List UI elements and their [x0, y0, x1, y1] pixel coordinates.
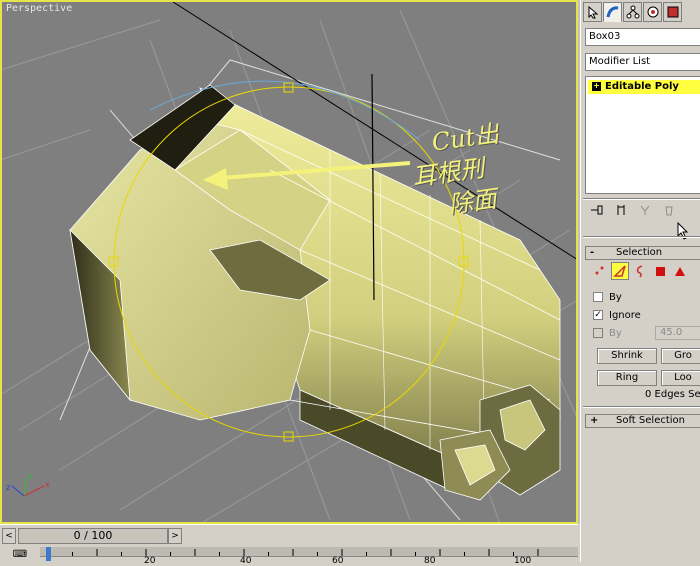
viewport-scene[interactable] [0, 0, 578, 524]
modify-tab[interactable] [603, 2, 622, 22]
selection-status: 0 Edges Sel [645, 389, 700, 400]
ignore-backfacing-checkbox[interactable]: ✓ [593, 310, 603, 320]
soft-selection-title: Soft Selection [616, 415, 685, 426]
shrink-button[interactable]: Shrink [597, 348, 657, 364]
tick-label-80: 80 [424, 556, 436, 566]
vertex-level-button[interactable] [591, 262, 609, 280]
show-end-result-icon [617, 205, 625, 215]
hierarchy-tab[interactable] [623, 2, 642, 22]
loop-button[interactable]: Loo [661, 370, 700, 386]
soft-selection-rollout-header[interactable]: + Soft Selection [585, 414, 700, 428]
expand-icon[interactable]: + [592, 81, 601, 91]
motion-tab[interactable] [643, 2, 662, 22]
rollout-divider [583, 236, 700, 238]
create-icon [588, 5, 598, 19]
grow-button[interactable]: Gro [661, 348, 700, 364]
show-end-result-button[interactable] [611, 202, 631, 218]
stack-item-label: Editable Poly [605, 81, 679, 92]
tick-label-100: 100 [514, 556, 532, 566]
element-level-button[interactable] [671, 262, 689, 280]
ignore-backfacing-label: Ignore [609, 309, 641, 321]
axis-tripod-icon [11, 477, 45, 497]
axis-y-label: y [28, 471, 33, 480]
expand-sign: + [590, 415, 599, 426]
prev-frame-button[interactable]: < [2, 528, 16, 544]
border-icon [636, 265, 643, 278]
track-playhead[interactable] [46, 547, 51, 561]
object-name-field[interactable]: Box03 [585, 28, 700, 46]
tick-label-40: 40 [240, 556, 252, 566]
annotation-text: Cut出 耳根刑 除面 [411, 111, 554, 224]
tick-label-20: 20 [144, 556, 156, 566]
by-vertex-row[interactable]: By [593, 290, 622, 304]
angle-spinner[interactable]: 45.0 [655, 326, 700, 340]
next-frame-button[interactable]: > [168, 528, 182, 544]
pin-icon [591, 205, 603, 215]
key-mode-icon[interactable]: ⌨ [12, 549, 28, 561]
by-angle-checkbox[interactable] [593, 328, 603, 338]
trash-icon [665, 206, 673, 216]
selection-title: Selection [616, 247, 663, 258]
subobject-level-icons [591, 262, 689, 280]
vertex-icon [595, 266, 604, 275]
edge-level-button[interactable] [611, 262, 629, 280]
track-bar[interactable]: 20 40 60 80 100 [40, 547, 578, 566]
make-unique-icon [640, 205, 650, 215]
viewport-label[interactable]: Perspective [6, 3, 72, 14]
display-tab[interactable] [663, 2, 682, 22]
make-unique-button[interactable] [635, 202, 655, 218]
hierarchy-icon [626, 5, 639, 19]
modify-icon [606, 6, 618, 18]
by-angle-row[interactable]: By [593, 326, 622, 340]
tick-label-60: 60 [332, 556, 344, 566]
stack-divider [583, 198, 700, 200]
modifier-stack[interactable]: + Editable Poly [585, 76, 700, 194]
element-icon [675, 267, 685, 276]
axis-x-label: x [45, 480, 50, 489]
stack-toolbar [587, 202, 679, 218]
by-vertex-label: By [609, 291, 622, 303]
by-vertex-checkbox[interactable] [593, 292, 603, 302]
polygon-icon [656, 267, 665, 276]
axis-z-label: z [6, 483, 11, 492]
selection-rollout-header[interactable]: - Selection [585, 246, 700, 260]
track-ruler [40, 547, 578, 557]
rollout-separator [583, 406, 700, 408]
remove-modifier-button[interactable] [659, 202, 679, 218]
stack-item-editable-poly[interactable]: + Editable Poly [588, 80, 700, 94]
modifier-list-dropdown[interactable]: Modifier List [585, 53, 700, 71]
polygon-level-button[interactable] [651, 262, 669, 280]
edge-icon [613, 265, 626, 277]
command-panel: Box03 Modifier List + Editable Poly - Sel… [580, 0, 700, 562]
perspective-viewport[interactable]: Perspective Cut出 耳根刑 除面 x y z [0, 0, 580, 524]
by-angle-label: By [609, 327, 622, 339]
motion-icon [647, 6, 658, 18]
ring-button[interactable]: Ring [597, 370, 657, 386]
pin-stack-button[interactable] [587, 202, 607, 218]
command-panel-tabs [583, 2, 682, 24]
collapse-sign: - [590, 247, 595, 258]
track-ticks [47, 549, 539, 556]
create-tab[interactable] [583, 2, 602, 22]
border-level-button[interactable] [631, 262, 649, 280]
ignore-backfacing-row[interactable]: ✓ Ignore [593, 308, 641, 322]
display-icon [667, 6, 678, 18]
timeline-bar: < 0 / 100 > ⌨ 20 40 60 80 100 [0, 524, 578, 566]
time-slider[interactable]: 0 / 100 [18, 528, 168, 544]
